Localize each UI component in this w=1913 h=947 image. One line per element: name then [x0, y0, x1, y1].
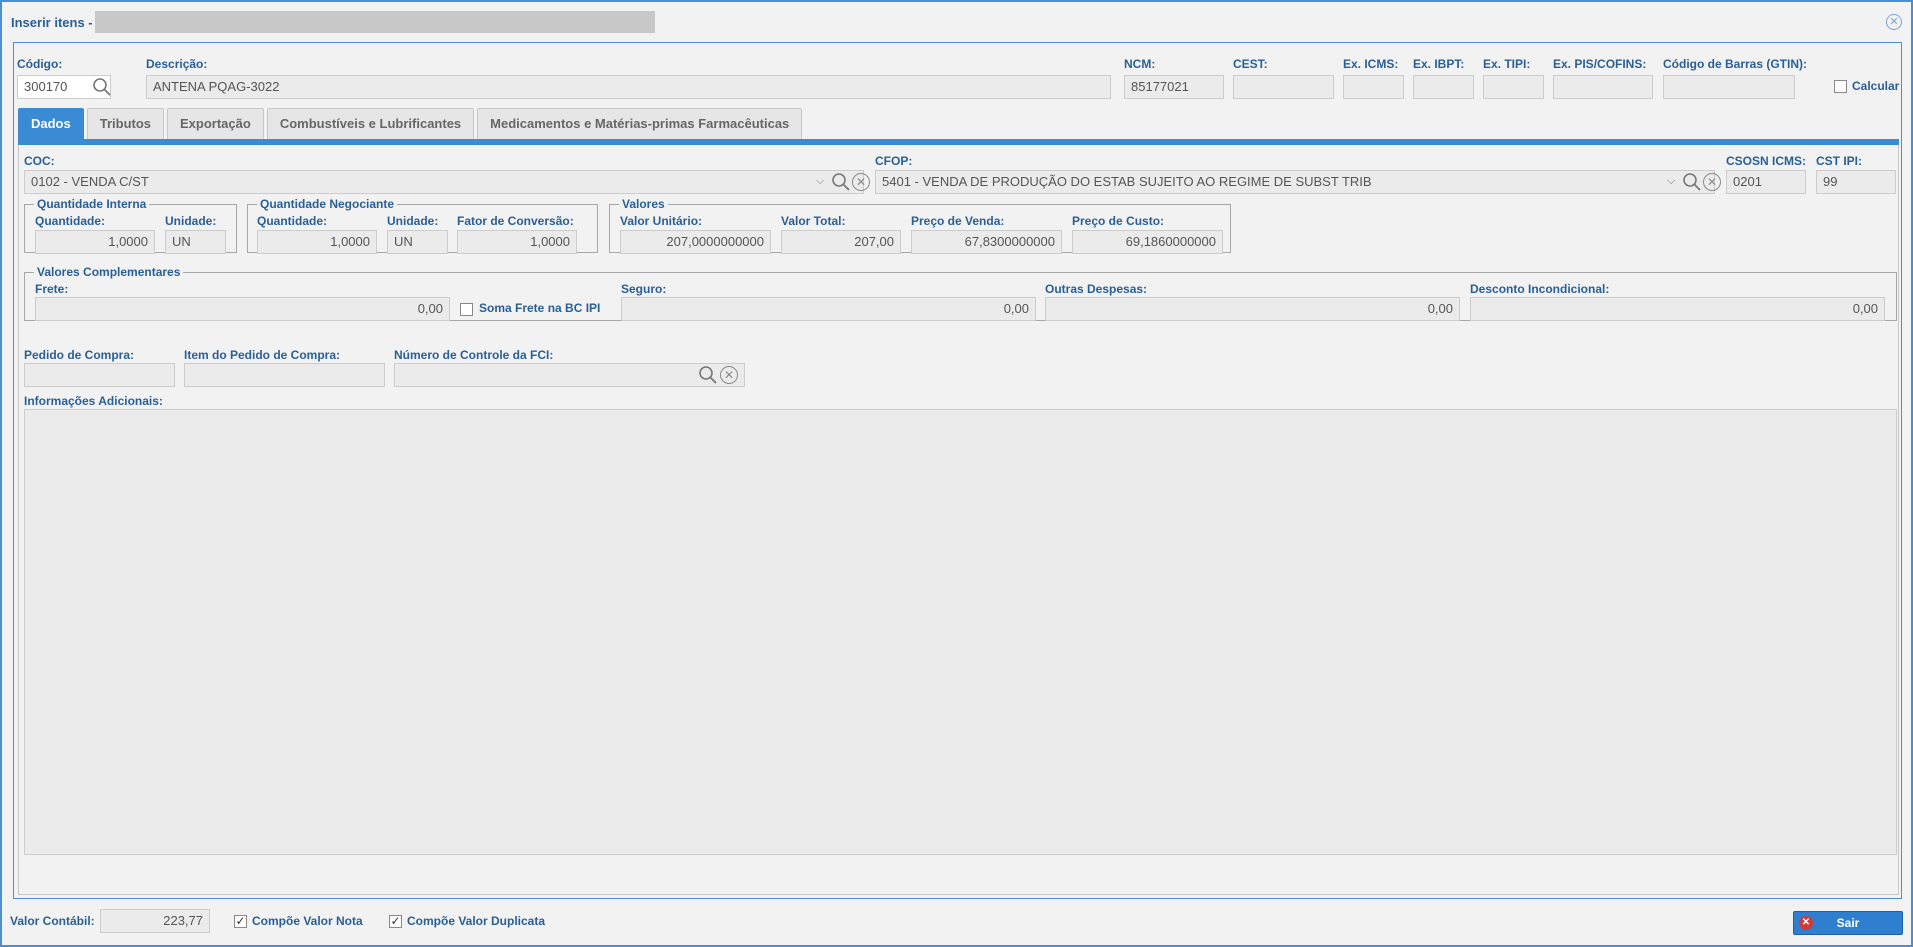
- fci-search-icon[interactable]: [698, 365, 718, 385]
- descricao-label: Descrição:: [146, 57, 208, 71]
- csosn-label: CSOSN ICMS:: [1726, 154, 1807, 168]
- compoe-duplicata-label: Compõe Valor Duplicata: [407, 914, 546, 928]
- insert-items-dialog: Inserir itens - ✕ Código: 300170 Descriç…: [0, 0, 1913, 947]
- desconto-input[interactable]: 0,00: [1470, 297, 1885, 321]
- cfop-search-icon[interactable]: [1682, 172, 1702, 192]
- compoe-nota-checkbox[interactable]: ✓: [234, 915, 247, 928]
- pedido-input[interactable]: [24, 363, 175, 387]
- valor-contabil-input[interactable]: 223,77: [100, 909, 210, 933]
- item-pedido-label: Item do Pedido de Compra:: [184, 348, 341, 362]
- fci-clear-icon[interactable]: ✕: [720, 366, 738, 384]
- ex-pis-label: Ex. PIS/COFINS:: [1553, 57, 1647, 71]
- footer-bar: Valor Contábil: 223,77 ✓ Compõe Valor No…: [2, 899, 1911, 945]
- calcular-checkbox[interactable]: [1834, 80, 1847, 93]
- title-bar: Inserir itens - ✕: [2, 2, 1911, 42]
- title-redacted-block: [94, 11, 655, 33]
- ncm-input[interactable]: 85177021: [1124, 75, 1224, 99]
- ex-icms-input[interactable]: [1343, 75, 1404, 99]
- qi-quantidade-input[interactable]: 1,0000: [35, 230, 155, 254]
- valores-legend: Valores: [622, 197, 665, 211]
- pedido-label: Pedido de Compra:: [24, 348, 135, 362]
- tab-content-dados: COC: 0102 - VENDA C/ST ⌵ ✕ CFOP: 5401 - …: [18, 145, 1899, 895]
- ex-pis-input[interactable]: [1553, 75, 1653, 99]
- gtin-input[interactable]: [1663, 75, 1795, 99]
- cfop-chevron-down-icon[interactable]: ⌵: [1667, 175, 1675, 188]
- frete-input[interactable]: 0,00: [35, 297, 450, 321]
- cest-label: CEST:: [1233, 57, 1268, 71]
- tab-tributos[interactable]: Tributos: [86, 108, 165, 139]
- qn-fator-input[interactable]: 1,0000: [457, 230, 577, 254]
- exit-icon: ✕: [1799, 916, 1813, 930]
- cfop-label: CFOP:: [875, 154, 913, 168]
- codigo-label: Código:: [17, 57, 63, 71]
- info-adicionais-label: Informações Adicionais:: [24, 394, 163, 408]
- tab-exportacao[interactable]: Exportação: [167, 108, 264, 139]
- cst-ipi-label: CST IPI:: [1816, 154, 1863, 168]
- cfop-select[interactable]: 5401 - VENDA DE PRODUÇÃO DO ESTAB SUJEIT…: [875, 170, 1715, 194]
- valor-contabil-label: Valor Contábil:: [10, 914, 95, 928]
- ex-tipi-label: Ex. TIPI:: [1483, 57, 1531, 71]
- tab-bar: Dados Tributos Exportação Combustíveis e…: [18, 108, 805, 139]
- coc-search-icon[interactable]: [831, 172, 851, 192]
- sair-label: Sair: [1836, 916, 1860, 930]
- soma-frete-label: Soma Frete na BC IPI: [479, 301, 601, 315]
- tab-medicamentos[interactable]: Medicamentos e Matérias-primas Farmacêut…: [477, 108, 803, 139]
- compoe-nota-label: Compõe Valor Nota: [252, 914, 363, 928]
- descricao-input[interactable]: ANTENA PQAG-3022: [146, 75, 1111, 99]
- gtin-label: Código de Barras (GTIN):: [1663, 57, 1808, 71]
- info-adicionais-textarea[interactable]: [24, 409, 1897, 855]
- valor-total-input[interactable]: 207,00: [781, 230, 901, 254]
- valores-complementares-legend: Valores Complementares: [37, 265, 181, 279]
- csosn-input[interactable]: 0201: [1726, 170, 1806, 194]
- preco-custo-label: Preço de Custo:: [1072, 214, 1165, 228]
- outras-despesas-input[interactable]: 0,00: [1045, 297, 1460, 321]
- frete-label: Frete:: [35, 282, 69, 296]
- item-pedido-input[interactable]: [184, 363, 385, 387]
- quantidade-interna-legend: Quantidade Interna: [37, 197, 147, 211]
- preco-venda-input[interactable]: 67,8300000000: [911, 230, 1062, 254]
- close-icon[interactable]: ✕: [1886, 14, 1902, 30]
- qn-fator-label: Fator de Conversão:: [457, 214, 574, 228]
- ex-ibpt-input[interactable]: [1413, 75, 1474, 99]
- qi-unidade-input[interactable]: UN: [165, 230, 226, 254]
- ex-tipi-input[interactable]: [1483, 75, 1544, 99]
- calcular-label: Calcular: [1852, 79, 1900, 93]
- outras-despesas-label: Outras Despesas:: [1045, 282, 1148, 296]
- coc-select[interactable]: 0102 - VENDA C/ST: [24, 170, 864, 194]
- tab-dados[interactable]: Dados: [18, 108, 84, 139]
- qn-unidade-label: Unidade:: [387, 214, 439, 228]
- preco-venda-label: Preço de Venda:: [911, 214, 1005, 228]
- coc-chevron-down-icon[interactable]: ⌵: [816, 175, 824, 188]
- ncm-label: NCM:: [1124, 57, 1156, 71]
- seguro-input[interactable]: 0,00: [621, 297, 1036, 321]
- cest-input[interactable]: [1233, 75, 1334, 99]
- cfop-clear-icon[interactable]: ✕: [1703, 173, 1721, 191]
- valor-total-label: Valor Total:: [781, 214, 846, 228]
- coc-clear-icon[interactable]: ✕: [852, 173, 870, 191]
- compoe-duplicata-checkbox[interactable]: ✓: [389, 915, 402, 928]
- qi-unidade-label: Unidade:: [165, 214, 217, 228]
- coc-label: COC:: [24, 154, 55, 168]
- window-title: Inserir itens -: [11, 14, 93, 30]
- sair-button[interactable]: ✕ Sair: [1793, 911, 1903, 935]
- tab-combustiveis[interactable]: Combustíveis e Lubrificantes: [266, 108, 475, 139]
- valor-unitario-label: Valor Unitário:: [620, 214, 703, 228]
- qn-unidade-input[interactable]: UN: [387, 230, 448, 254]
- ex-ibpt-label: Ex. IBPT:: [1413, 57, 1465, 71]
- desconto-label: Desconto Incondicional:: [1470, 282, 1610, 296]
- fci-label: Número de Controle da FCI:: [394, 348, 554, 362]
- fci-input[interactable]: [394, 363, 745, 387]
- ex-icms-label: Ex. ICMS:: [1343, 57, 1399, 71]
- valor-unitario-input[interactable]: 207,0000000000: [620, 230, 771, 254]
- soma-frete-checkbox[interactable]: [460, 303, 473, 316]
- qn-quantidade-label: Quantidade:: [257, 214, 328, 228]
- quantidade-negociante-legend: Quantidade Negociante: [260, 197, 395, 211]
- preco-custo-input[interactable]: 69,1860000000: [1072, 230, 1223, 254]
- main-panel: Código: 300170 Descrição: ANTENA PQAG-30…: [13, 42, 1902, 899]
- qi-quantidade-label: Quantidade:: [35, 214, 106, 228]
- seguro-label: Seguro:: [621, 282, 667, 296]
- cst-ipi-input[interactable]: 99: [1816, 170, 1896, 194]
- codigo-search-icon[interactable]: [92, 77, 112, 97]
- qn-quantidade-input[interactable]: 1,0000: [257, 230, 377, 254]
